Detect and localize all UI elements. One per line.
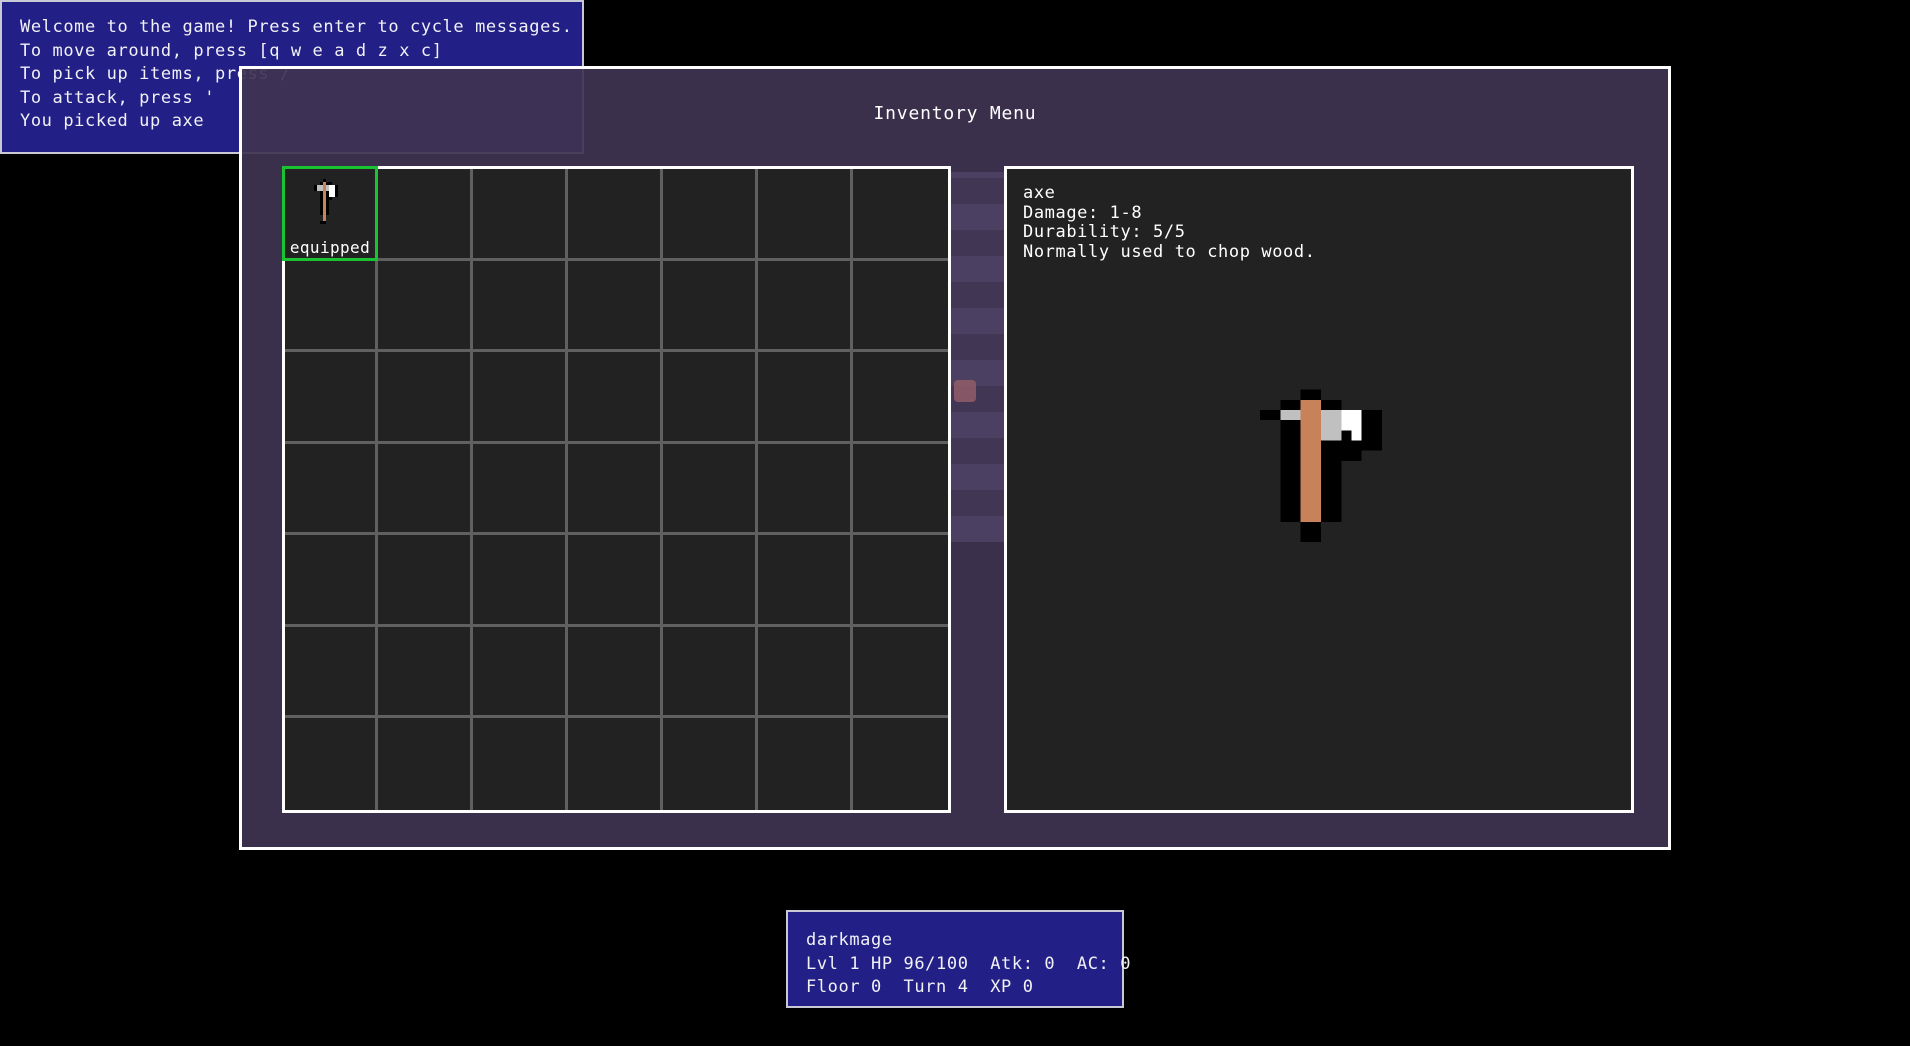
item-name: axe	[1023, 183, 1056, 203]
player-status-panel: darkmage Lvl 1 HP 96/100 Atk: 0 AC: 0 Fl…	[786, 910, 1132, 1008]
inventory-slot-empty[interactable]	[473, 260, 568, 353]
axe-icon	[1260, 389, 1382, 543]
message-line: To move around, press [q w e a d z x c]	[20, 40, 443, 61]
inventory-slot-empty[interactable]	[853, 261, 948, 353]
inventory-window: Inventory Menu equipped axe Damage: 1-8 …	[239, 66, 1671, 850]
inventory-slot-empty[interactable]	[378, 535, 473, 627]
inventory-slot-empty[interactable]	[758, 169, 853, 261]
axe-icon	[314, 179, 338, 224]
inventory-slot-empty[interactable]	[473, 169, 568, 261]
inventory-slot-empty[interactable]	[758, 626, 853, 719]
game-screen: Welcome to the game! Press enter to cycl…	[0, 0, 1910, 1046]
inventory-grid-panel: equipped	[282, 166, 951, 813]
inventory-slot-empty[interactable]	[285, 352, 378, 444]
inventory-slot-empty[interactable]	[853, 718, 948, 810]
inventory-slot-empty[interactable]	[378, 352, 473, 444]
inventory-slot-empty[interactable]	[853, 169, 948, 261]
item-durability: Durability: 5/5	[1023, 222, 1186, 242]
inventory-slot-empty[interactable]	[568, 352, 663, 444]
background-dungeon-object	[954, 380, 976, 402]
inventory-slot-empty[interactable]	[663, 443, 758, 536]
inventory-slot-empty[interactable]	[285, 535, 378, 627]
player-progress: Floor 0 Turn 4 XP 0	[806, 977, 1034, 997]
inventory-slot-empty[interactable]	[758, 718, 853, 810]
item-description: Normally used to chop wood.	[1023, 241, 1316, 262]
inventory-slot-empty[interactable]	[473, 718, 568, 810]
inventory-slot-empty[interactable]	[663, 260, 758, 353]
inventory-slot-empty[interactable]	[568, 718, 663, 810]
player-stats: Lvl 1 HP 96/100 Atk: 0 AC: 0	[806, 953, 1132, 974]
inventory-slot-empty[interactable]	[378, 718, 473, 810]
inventory-slot-empty[interactable]	[473, 626, 568, 719]
item-detail-panel: axe Damage: 1-8 Durability: 5/5 Normally…	[1004, 166, 1634, 813]
item-damage: Damage: 1-8	[1023, 202, 1143, 223]
inventory-slot-empty[interactable]	[473, 352, 568, 444]
inventory-slot-empty[interactable]	[378, 443, 473, 536]
inventory-slot-empty[interactable]	[758, 535, 853, 627]
inventory-slot-empty[interactable]	[473, 535, 568, 627]
inventory-slot-empty[interactable]	[378, 626, 473, 719]
inventory-slot-empty[interactable]	[378, 169, 473, 261]
inventory-slot-empty[interactable]	[853, 535, 948, 627]
inventory-slot-selected[interactable]: equipped	[282, 166, 378, 261]
player-name: darkmage	[806, 930, 893, 950]
inventory-slot-empty[interactable]	[663, 718, 758, 810]
inventory-slot-empty[interactable]	[758, 260, 853, 353]
inventory-slot-empty[interactable]	[663, 169, 758, 261]
inventory-slot-empty[interactable]	[285, 718, 378, 810]
inventory-slot-empty[interactable]	[473, 443, 568, 536]
inventory-slot-empty[interactable]	[568, 626, 663, 719]
message-line: Welcome to the game! Press enter to cycl…	[20, 17, 573, 37]
inventory-slot-empty[interactable]	[378, 260, 473, 353]
inventory-slot-empty[interactable]	[285, 443, 378, 536]
item-detail-text: axe Damage: 1-8 Durability: 5/5 Normally…	[1023, 183, 1316, 262]
inventory-slot-empty[interactable]	[853, 444, 948, 536]
inventory-slot-empty[interactable]	[758, 443, 853, 536]
inventory-slot-empty[interactable]	[568, 260, 663, 353]
inventory-grid: equipped	[282, 166, 948, 810]
inventory-title: Inventory Menu	[873, 103, 1037, 124]
inventory-slot-empty[interactable]	[663, 352, 758, 444]
inventory-slot-empty[interactable]	[568, 535, 663, 627]
inventory-slot-empty[interactable]	[758, 352, 853, 444]
inventory-slot-empty[interactable]	[285, 260, 378, 353]
inventory-slot-empty[interactable]	[285, 626, 378, 719]
equipped-label: equipped	[289, 237, 371, 257]
inventory-slot-empty[interactable]	[853, 627, 948, 719]
inventory-slot-empty[interactable]	[663, 535, 758, 627]
inventory-slot-empty[interactable]	[568, 443, 663, 536]
inventory-slot-empty[interactable]	[853, 352, 948, 444]
inventory-slot-empty[interactable]	[568, 169, 663, 261]
background-dungeon-tiles	[947, 172, 1007, 542]
inventory-slot-empty[interactable]	[663, 626, 758, 719]
